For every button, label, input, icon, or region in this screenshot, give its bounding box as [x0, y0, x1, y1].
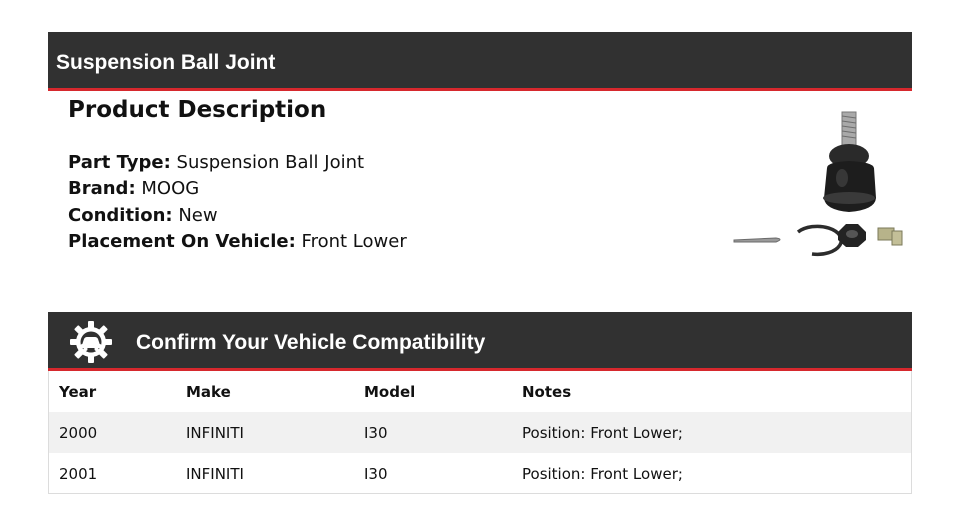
compatibility-title: Confirm Your Vehicle Compatibility: [136, 331, 486, 354]
cell-notes: Position: Front Lower;: [522, 465, 683, 483]
description-heading: Product Description: [68, 97, 327, 123]
table-header-row: Year Make Model Notes: [49, 371, 911, 412]
gear-car-icon: [70, 321, 112, 363]
table-row: 2000 INFINITI I30 Position: Front Lower;: [49, 412, 911, 453]
column-header-make: Make: [186, 383, 231, 401]
cell-model: I30: [364, 424, 388, 442]
spec-value: Front Lower: [301, 231, 407, 252]
table-row: 2001 INFINITI I30 Position: Front Lower;: [49, 453, 911, 494]
spec-brand: Brand: MOOG: [68, 177, 199, 201]
cell-year: 2001: [59, 465, 98, 483]
column-header-model: Model: [364, 383, 416, 401]
product-header-bar: Suspension Ball Joint: [48, 32, 912, 91]
spec-value: MOOG: [141, 178, 200, 199]
column-header-year: Year: [59, 383, 97, 401]
spec-value: New: [178, 205, 218, 226]
ball-joint-image: [733, 111, 903, 257]
spec-label: Placement On Vehicle:: [68, 231, 296, 252]
spec-label: Brand:: [68, 178, 136, 199]
cell-make: INFINITI: [186, 424, 244, 442]
product-title: Suspension Ball Joint: [56, 51, 276, 74]
cell-make: INFINITI: [186, 465, 244, 483]
spec-part-type: Part Type: Suspension Ball Joint: [68, 151, 364, 175]
compatibility-table: Year Make Model Notes 2000 INFINITI I30 …: [48, 371, 912, 494]
column-header-notes: Notes: [522, 383, 572, 401]
spec-placement: Placement On Vehicle: Front Lower: [68, 230, 407, 254]
cell-notes: Position: Front Lower;: [522, 424, 683, 442]
cell-year: 2000: [59, 424, 98, 442]
cell-model: I30: [364, 465, 388, 483]
spec-label: Condition:: [68, 205, 173, 226]
spec-condition: Condition: New: [68, 204, 218, 228]
spec-value: Suspension Ball Joint: [176, 152, 365, 173]
compatibility-header-bar: Confirm Your Vehicle Compatibility: [48, 312, 912, 371]
spec-label: Part Type:: [68, 152, 171, 173]
